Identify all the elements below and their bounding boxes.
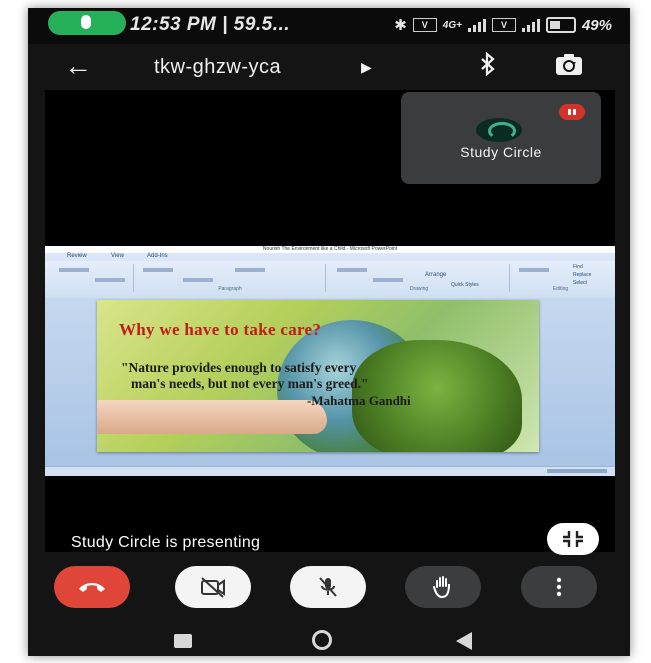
exit-fullscreen-icon bbox=[563, 531, 583, 547]
bluetooth-icon[interactable] bbox=[480, 51, 496, 82]
triangle-right-icon[interactable]: ▶ bbox=[361, 59, 372, 76]
presentation-slide: Why we have to take care? "Nature provid… bbox=[97, 300, 539, 452]
back-icon[interactable] bbox=[456, 632, 472, 650]
mic-off-icon bbox=[319, 577, 337, 597]
signal-icon-2 bbox=[521, 18, 540, 32]
more-vertical-icon bbox=[556, 577, 562, 597]
android-nav-bar bbox=[28, 626, 630, 656]
self-tile-name: Study Circle bbox=[460, 144, 542, 160]
status-time: 12:53 PM | 59.5... bbox=[130, 14, 291, 35]
muted-badge-icon bbox=[559, 104, 585, 120]
ribbon-group-label: Drawing bbox=[409, 286, 429, 292]
ribbon-group-editing: Find Replace Select Editing bbox=[513, 264, 608, 292]
ribbon-group-label: Editing bbox=[552, 286, 569, 292]
ribbon-button-arrange: Arrange bbox=[425, 272, 447, 278]
powerpoint-ribbon: Review View Add-Ins Paragraph Arrange Qui… bbox=[45, 253, 615, 299]
ribbon-group-label: Paragraph bbox=[218, 286, 242, 292]
hand-image bbox=[97, 400, 327, 434]
ribbon-tab-review: Review bbox=[67, 253, 87, 259]
hand-icon bbox=[433, 576, 450, 599]
more-options-button[interactable] bbox=[521, 566, 597, 608]
battery-icon bbox=[545, 17, 576, 33]
bluetooth-status-icon: ✱ bbox=[394, 17, 407, 34]
meeting-header: ← tkw-ghzw-yca ▶ bbox=[28, 44, 630, 90]
mic-icon bbox=[81, 15, 91, 29]
network-type: 4G+ bbox=[442, 19, 462, 31]
end-call-button[interactable] bbox=[54, 566, 130, 608]
slide-quote-author: -Mahatma Gandhi bbox=[307, 393, 411, 408]
ribbon-group-font bbox=[53, 264, 134, 292]
home-icon[interactable] bbox=[312, 630, 332, 650]
battery-percent: 49% bbox=[581, 16, 612, 34]
slide-heading: Why we have to take care? bbox=[119, 320, 322, 339]
back-arrow-icon[interactable]: ← bbox=[64, 52, 92, 80]
mic-toggle-button[interactable] bbox=[290, 566, 366, 608]
zoom-slider bbox=[547, 469, 607, 473]
ribbon-group-paragraph: Paragraph bbox=[135, 264, 326, 292]
call-controls bbox=[28, 556, 630, 626]
signal-icon bbox=[467, 18, 486, 32]
slide-quote-line-2: man's needs, but not every man's greed." bbox=[131, 376, 369, 391]
mic-active-indicator[interactable] bbox=[48, 11, 126, 35]
ribbon-button-replace: Replace bbox=[573, 272, 592, 278]
camera-toggle-button[interactable] bbox=[175, 566, 251, 608]
self-preview-tile[interactable]: Study Circle bbox=[401, 92, 601, 184]
powerpoint-window-title: Nourish The Environment like a Child - M… bbox=[262, 246, 398, 252]
raise-hand-button[interactable] bbox=[405, 566, 481, 608]
ribbon-tab-addins: Add-Ins bbox=[147, 253, 168, 259]
ribbon-button-find: Find bbox=[573, 264, 583, 270]
ribbon-tabs: Review View Add-Ins bbox=[45, 253, 615, 261]
avatar bbox=[476, 118, 522, 142]
powerpoint-status-bar bbox=[45, 466, 615, 476]
status-bar: 12:53 PM | 59.5... ✱ V 4G+ V 49% bbox=[28, 8, 630, 44]
camera-off-icon bbox=[201, 577, 225, 598]
ribbon-tab-view: View bbox=[111, 253, 124, 259]
status-icons: ✱ V 4G+ V 49% bbox=[394, 16, 612, 35]
volte-icon: V bbox=[412, 18, 437, 32]
slide-quote-line-1: "Nature provides enough to satisfy every bbox=[121, 360, 357, 375]
phone-hangup-icon bbox=[79, 583, 105, 592]
shared-screen: Nourish The Environment like a Child - M… bbox=[45, 246, 615, 476]
meeting-code[interactable]: tkw-ghzw-yca bbox=[154, 56, 281, 79]
switch-camera-icon[interactable] bbox=[554, 52, 584, 78]
exit-fullscreen-button[interactable] bbox=[547, 523, 599, 555]
recent-apps-icon[interactable] bbox=[174, 634, 192, 648]
presenting-label: Study Circle is presenting bbox=[71, 534, 261, 551]
phone-screen: 12:53 PM | 59.5... ✱ V 4G+ V 49% ← tkw-g… bbox=[28, 8, 630, 656]
volte-icon-2: V bbox=[491, 18, 516, 32]
meeting-video-area: Study Circle Nourish The Environment lik… bbox=[45, 90, 615, 555]
slide-quote: "Nature provides enough to satisfy every… bbox=[121, 360, 539, 392]
ribbon-group-drawing: Arrange Quick Styles Drawing bbox=[329, 264, 510, 292]
